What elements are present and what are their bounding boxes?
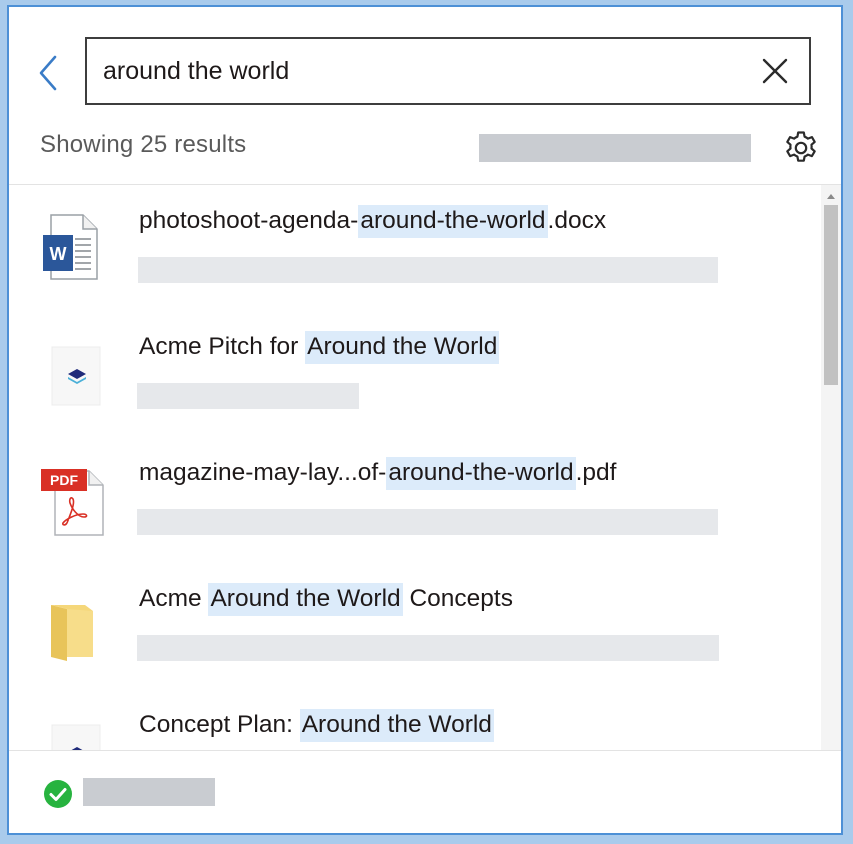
search-input[interactable] bbox=[103, 51, 723, 91]
clear-search-button[interactable] bbox=[761, 57, 789, 85]
dropbox-paper-icon bbox=[37, 339, 107, 411]
footer-divider bbox=[9, 750, 841, 751]
dropbox-paper-icon bbox=[37, 717, 107, 750]
caret-up-icon bbox=[827, 194, 835, 199]
scrollbar-thumb[interactable] bbox=[824, 205, 838, 385]
results-list: W photoshoot-agenda-around-the-world.doc… bbox=[9, 185, 821, 750]
settings-button[interactable] bbox=[783, 129, 819, 165]
results-count: Showing 25 results bbox=[40, 131, 247, 158]
result-title: Acme Around the World Concepts bbox=[139, 583, 513, 616]
scroll-up-button[interactable] bbox=[821, 189, 841, 201]
match-highlight: around-the-world bbox=[358, 205, 548, 238]
scrollbar[interactable] bbox=[821, 185, 841, 750]
match-highlight: Around the World bbox=[299, 709, 494, 742]
redacted-filter bbox=[479, 134, 751, 162]
search-panel: Showing 25 results W bbox=[7, 5, 843, 835]
folder-icon bbox=[37, 591, 107, 663]
redacted-path bbox=[138, 257, 718, 283]
check-circle-icon bbox=[43, 779, 73, 809]
redacted-status bbox=[83, 778, 215, 806]
gear-icon bbox=[786, 131, 816, 162]
redacted-path bbox=[137, 383, 359, 409]
pdf-document-icon: PDF bbox=[37, 467, 107, 539]
close-icon bbox=[762, 58, 788, 84]
search-box bbox=[85, 37, 811, 105]
redacted-path bbox=[137, 635, 719, 661]
chevron-left-icon bbox=[39, 55, 57, 91]
svg-text:W: W bbox=[50, 244, 67, 264]
result-item-docx[interactable]: W photoshoot-agenda-around-the-world.doc… bbox=[9, 185, 821, 311]
result-item-folder[interactable]: Acme Around the World Concepts bbox=[9, 563, 821, 689]
back-button[interactable] bbox=[33, 53, 63, 93]
match-highlight: around-the-world bbox=[386, 457, 576, 490]
match-highlight: Around the World bbox=[208, 583, 403, 616]
result-title: magazine-may-lay...of-around-the-world.p… bbox=[139, 457, 616, 490]
pdf-badge: PDF bbox=[50, 472, 78, 488]
redacted-path bbox=[137, 509, 718, 535]
result-item-pdf[interactable]: PDF magazine-may-lay...of-around-the-wor… bbox=[9, 437, 821, 563]
result-title: photoshoot-agenda-around-the-world.docx bbox=[139, 205, 606, 238]
match-highlight: Around the World bbox=[305, 331, 500, 364]
word-document-icon: W bbox=[37, 211, 107, 283]
result-title: Acme Pitch for Around the World bbox=[139, 331, 500, 364]
result-item-paper[interactable]: Acme Pitch for Around the World bbox=[9, 311, 821, 437]
result-title: Concept Plan: Around the World bbox=[139, 709, 494, 742]
result-item-paper[interactable]: Concept Plan: Around the World bbox=[9, 689, 821, 750]
